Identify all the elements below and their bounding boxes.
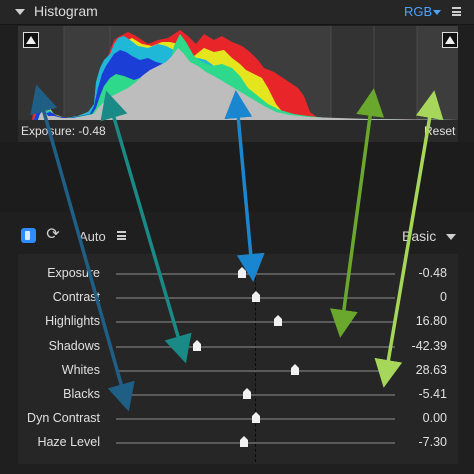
whites-arrow bbox=[374, 90, 444, 388]
exposure-arrow bbox=[224, 90, 265, 282]
blacks-arrow bbox=[30, 84, 135, 412]
highlights-arrow bbox=[330, 88, 384, 338]
annotation-arrows bbox=[30, 84, 444, 412]
shadows-arrow bbox=[100, 90, 192, 364]
